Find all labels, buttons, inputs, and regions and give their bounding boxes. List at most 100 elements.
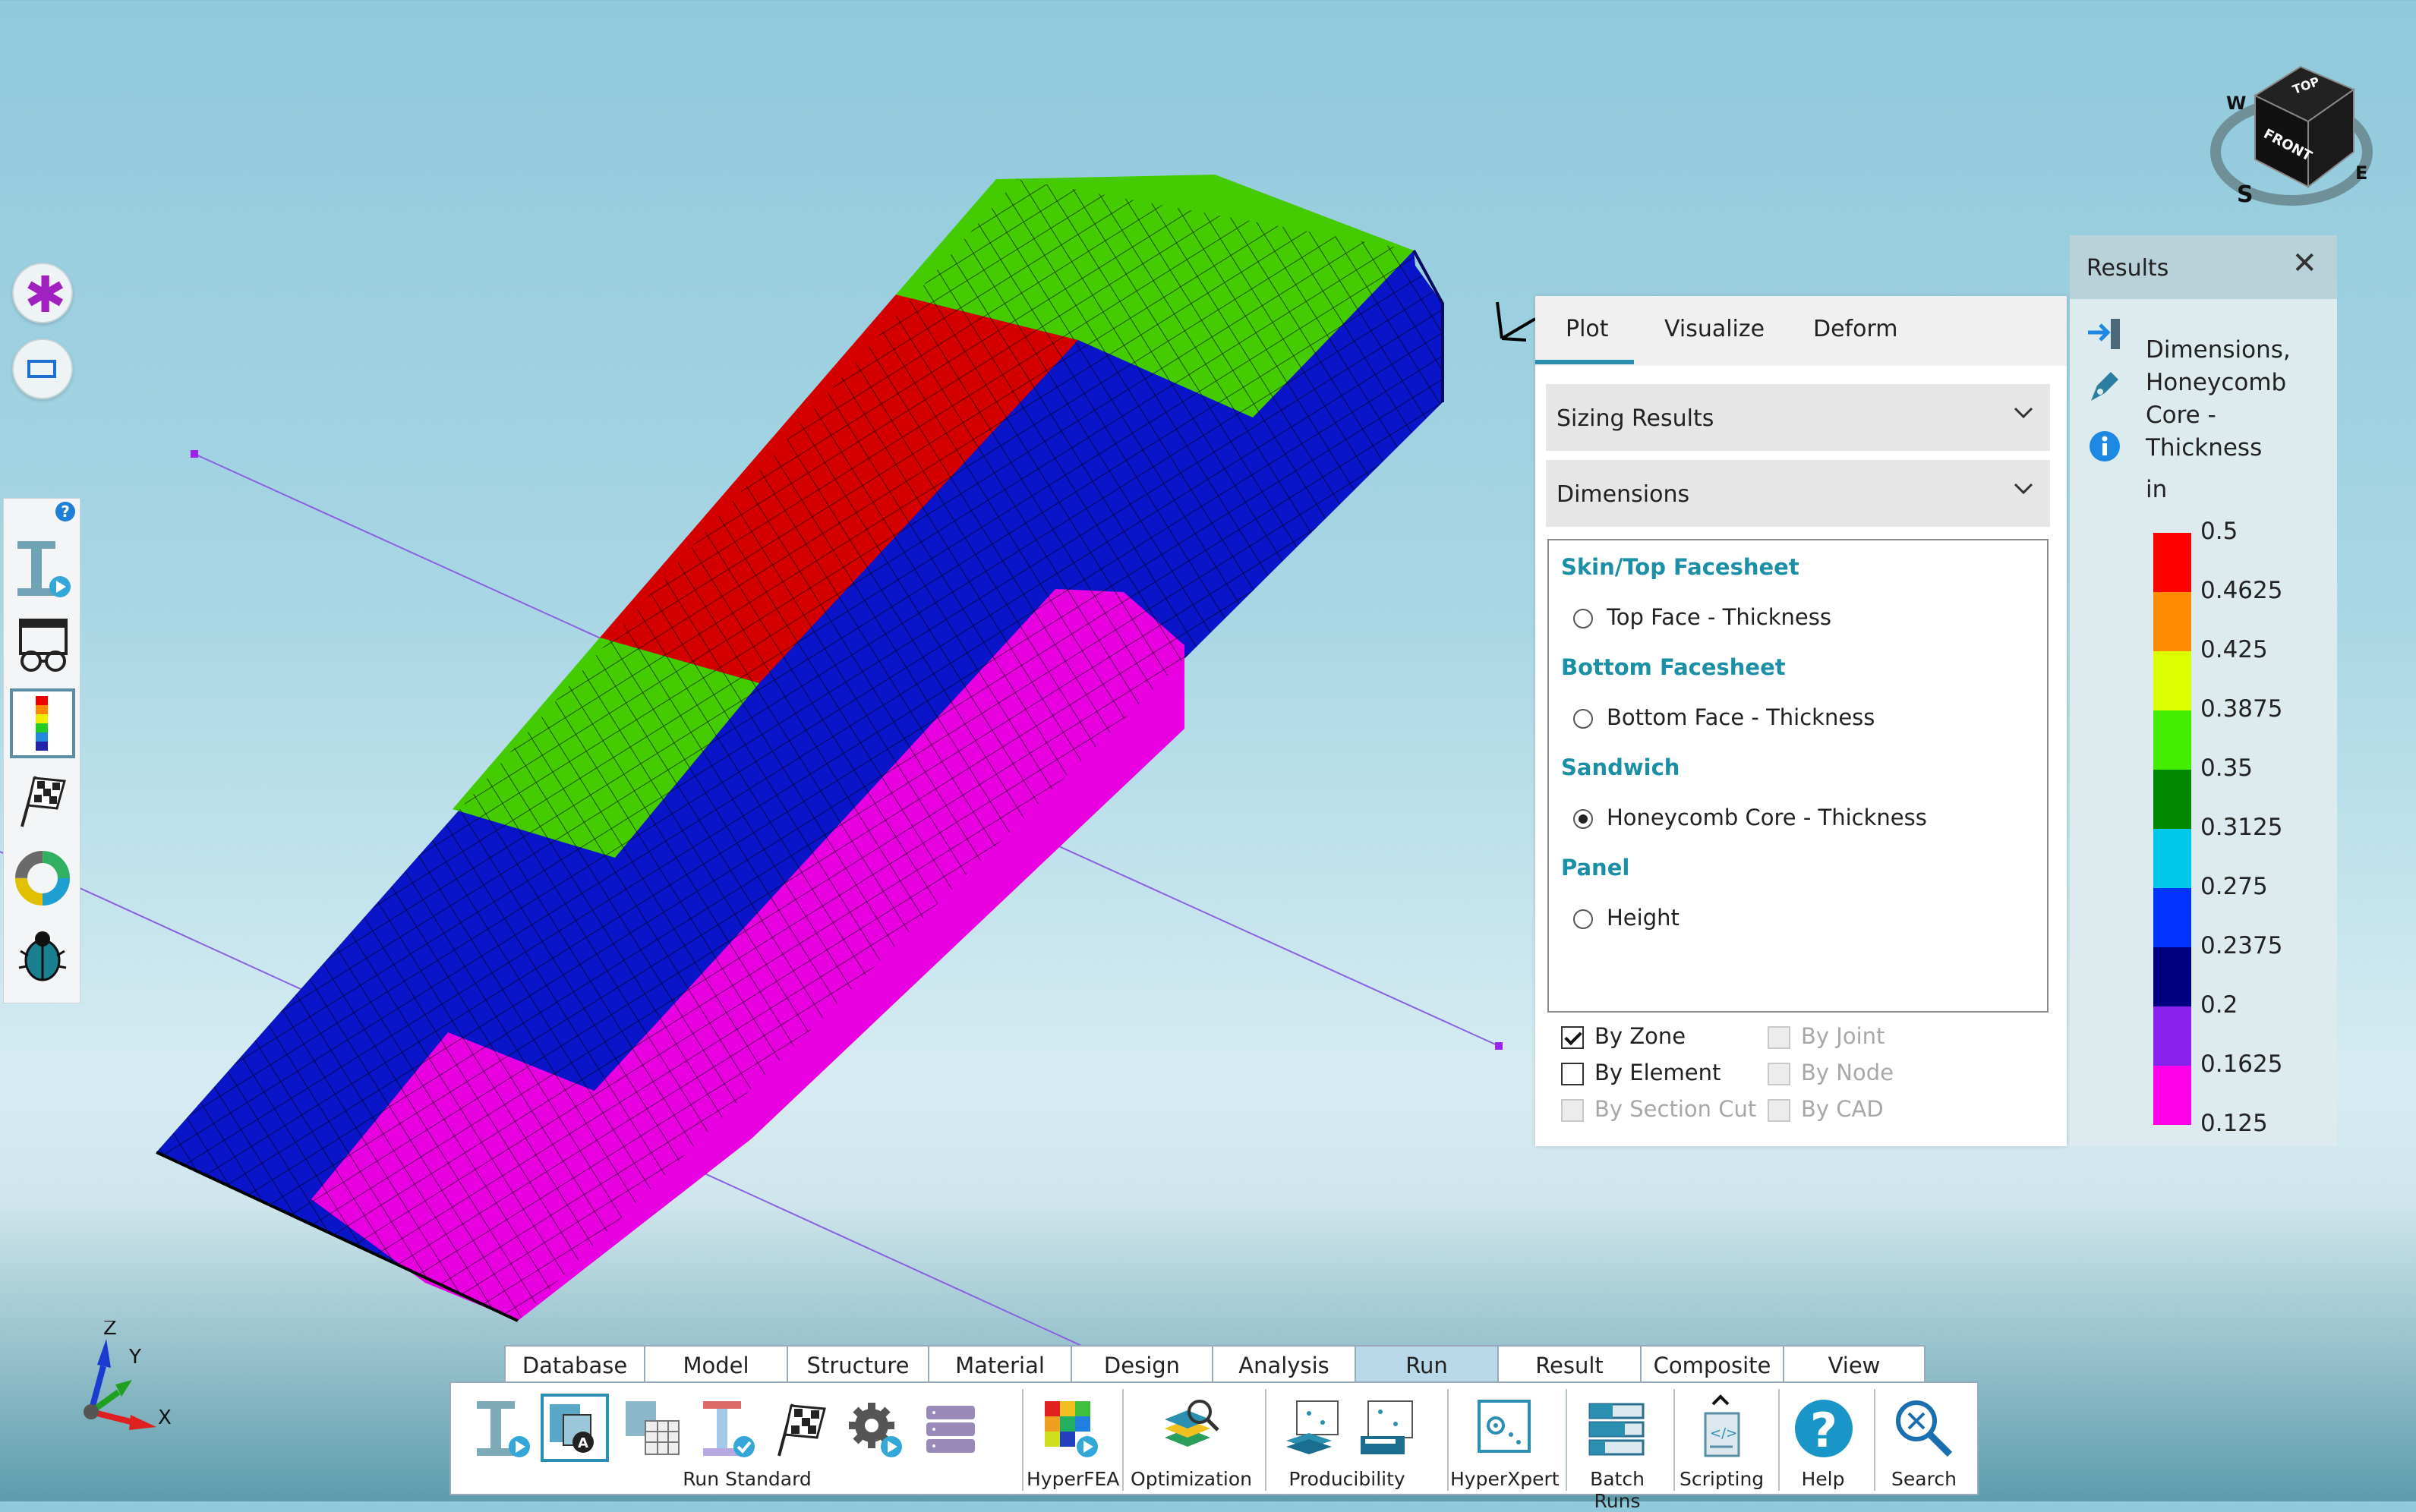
compass-w: W — [2226, 93, 2246, 114]
results-header: Results ✕ — [2070, 235, 2337, 299]
close-icon[interactable]: ✕ — [2291, 246, 2317, 281]
run-ribbon: A Run Standard HyperFEA Optimization Pro… — [449, 1381, 1979, 1512]
optimization-icon[interactable] — [1157, 1394, 1225, 1462]
results-unit: in — [2146, 476, 2168, 503]
radio-button-selected[interactable] — [1573, 809, 1593, 829]
run-beam-icon[interactable] — [466, 1394, 535, 1462]
debug-button[interactable] — [10, 921, 75, 991]
checkbox-label: By Zone — [1594, 1023, 1686, 1049]
selection-box-button[interactable] — [12, 339, 73, 399]
donut-chart-icon — [15, 851, 70, 906]
dimensions-dropdown[interactable]: Dimensions — [1546, 460, 2050, 527]
view-cube[interactable]: TOP FRONT W S E — [2209, 53, 2377, 213]
group-bottom-facesheet: Bottom Facesheet — [1561, 654, 1786, 680]
option-top-face-thickness[interactable]: Top Face - Thickness — [1573, 604, 1831, 630]
radio-button[interactable] — [1573, 709, 1593, 729]
checkbox — [1768, 1026, 1790, 1049]
ribbon-tab-structure[interactable]: Structure — [787, 1345, 929, 1384]
ibeam-run-icon — [17, 541, 71, 597]
ribbon-tab-analysis[interactable]: Analysis — [1212, 1345, 1356, 1384]
svg-text:?: ? — [1810, 1403, 1837, 1458]
checkbox[interactable] — [1561, 1026, 1584, 1049]
ribbon-separator — [1265, 1389, 1266, 1491]
tab-visualize[interactable]: Visualize — [1664, 316, 1765, 342]
legend-label: 0.4625 — [2200, 577, 2283, 604]
hyperxpert-icon[interactable] — [1470, 1394, 1538, 1462]
option-bottom-face-thickness[interactable]: Bottom Face - Thickness — [1573, 704, 1875, 730]
checkbox[interactable] — [1561, 1063, 1584, 1085]
option-height[interactable]: Height — [1573, 905, 1680, 931]
legend-swatch — [2153, 947, 2191, 1006]
svg-text:</>: </> — [1710, 1425, 1737, 1441]
checkered-flag-icon[interactable] — [767, 1394, 835, 1462]
sizing-results-label: Sizing Results — [1557, 405, 1714, 432]
ribbon-tab-database[interactable]: Database — [504, 1345, 645, 1384]
tab-deform[interactable]: Deform — [1813, 316, 1898, 342]
tab-plot[interactable]: Plot — [1566, 316, 1609, 342]
auto-size-button[interactable]: A — [541, 1394, 609, 1462]
by-node-checkbox: By Node — [1768, 1060, 1894, 1085]
view-display-button[interactable] — [10, 611, 75, 681]
ribbon-tab-design[interactable]: Design — [1071, 1345, 1213, 1384]
run-beam-tool-button[interactable] — [10, 534, 75, 603]
checkbox-label: By CAD — [1801, 1096, 1884, 1122]
pen-icon[interactable] — [2085, 367, 2123, 405]
checkered-flag-icon — [21, 776, 66, 827]
dock-icon[interactable] — [2085, 314, 2123, 352]
option-honeycomb-core-thickness[interactable]: Honeycomb Core - Thickness — [1573, 805, 1927, 830]
glasses-icon — [19, 619, 68, 672]
axis-x-label: X — [158, 1406, 172, 1429]
group-sandwich: Sandwich — [1561, 754, 1680, 780]
table-run-icon[interactable] — [618, 1394, 686, 1462]
legend-label: 0.275 — [2200, 873, 2268, 900]
help-icon[interactable]: ? — [1790, 1394, 1859, 1462]
legend-label: 0.5 — [2200, 518, 2238, 545]
scripting-icon[interactable]: </> — [1687, 1394, 1755, 1462]
ribbon-tab-model[interactable]: Model — [644, 1345, 788, 1384]
by-element-checkbox[interactable]: By Element — [1561, 1060, 1721, 1085]
rainbow-beam-icon[interactable] — [692, 1394, 761, 1462]
checkbox — [1768, 1063, 1790, 1085]
ribbon-tab-result[interactable]: Result — [1497, 1345, 1642, 1384]
ribbon-tab-composite[interactable]: Composite — [1640, 1345, 1784, 1384]
hyperfea-icon[interactable] — [1037, 1394, 1105, 1462]
checkbox-label: By Element — [1594, 1060, 1721, 1085]
legend-label: 0.125 — [2200, 1110, 2268, 1137]
checkbox-label: By Section Cut — [1594, 1096, 1757, 1122]
auto-size-icon: A — [550, 1404, 594, 1453]
ribbon-tab-view[interactable]: View — [1783, 1345, 1926, 1384]
legend-swatch — [2153, 533, 2191, 592]
radio-button[interactable] — [1573, 909, 1593, 929]
ribbon-separator — [1673, 1389, 1675, 1491]
desc-line: Honeycomb — [2146, 369, 2287, 396]
color-scale-icon — [36, 696, 48, 751]
ribbon-separator — [1778, 1389, 1780, 1491]
server-icon[interactable] — [916, 1394, 984, 1462]
radio-button[interactable] — [1573, 609, 1593, 628]
gear-run-icon[interactable] — [841, 1394, 910, 1462]
snap-toggle-button[interactable]: ✱ — [12, 263, 73, 324]
by-zone-checkbox[interactable]: By Zone — [1561, 1023, 1686, 1049]
axis-z-label: Z — [103, 1321, 117, 1340]
help-icon[interactable]: ? — [55, 502, 75, 521]
local-axis-icon — [1496, 301, 1537, 342]
ribbon-tab-run[interactable]: Run — [1355, 1345, 1499, 1384]
plot-panel: Plot Visualize Deform Sizing Results Dim… — [1535, 296, 2067, 1146]
legend-swatch — [2153, 1066, 2191, 1125]
wing-mesh — [156, 175, 1444, 1322]
legend-swatch — [2153, 710, 2191, 770]
info-icon[interactable] — [2088, 430, 2121, 463]
contour-plot-button[interactable] — [10, 688, 75, 758]
batch-runs-icon[interactable] — [1582, 1394, 1651, 1462]
results-title: Results — [2086, 255, 2169, 282]
search-icon[interactable] — [1889, 1394, 1957, 1462]
ribbon-tab-material[interactable]: Material — [928, 1345, 1072, 1384]
producibility-scatter-icon[interactable] — [1353, 1394, 1421, 1462]
by-cad-checkbox: By CAD — [1768, 1096, 1884, 1122]
finish-flag-button[interactable] — [10, 766, 75, 836]
legend-swatch — [2153, 888, 2191, 947]
sizing-results-dropdown[interactable]: Sizing Results — [1546, 384, 2050, 451]
donut-chart-button[interactable] — [10, 843, 75, 913]
group-panel: Panel — [1561, 855, 1630, 880]
producibility-layers-icon[interactable] — [1279, 1394, 1347, 1462]
